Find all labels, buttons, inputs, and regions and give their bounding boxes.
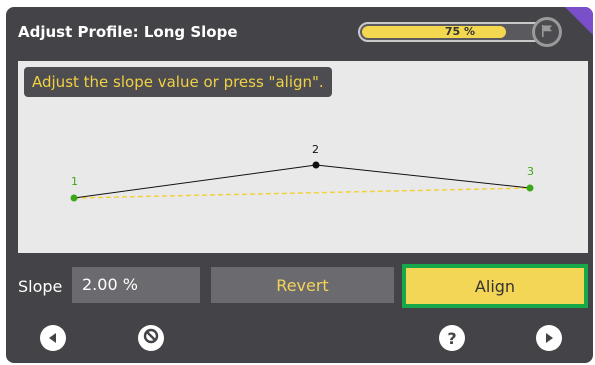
profile-segment-1 xyxy=(73,164,317,199)
back-icon xyxy=(47,329,59,348)
flag-icon xyxy=(540,23,554,42)
point-2-marker xyxy=(312,161,320,169)
point-1-marker xyxy=(70,194,78,202)
point-2-label: 2 xyxy=(312,143,319,156)
help-icon: ? xyxy=(447,328,457,348)
profile-canvas[interactable]: Adjust the slope value or press "align".… xyxy=(18,61,588,253)
cancel-icon xyxy=(142,327,160,349)
align-button[interactable]: Align xyxy=(402,264,588,308)
next-icon xyxy=(543,329,555,348)
profile-segment-2 xyxy=(315,164,531,189)
page-title: Adjust Profile: Long Slope xyxy=(18,23,238,41)
help-button[interactable]: ? xyxy=(439,325,465,351)
profile-dialog: Adjust Profile: Long Slope 75 % Adjust t… xyxy=(6,7,593,363)
revert-button[interactable]: Revert xyxy=(211,267,394,303)
flag-button[interactable] xyxy=(532,17,562,47)
slope-value: 2.00 % xyxy=(82,275,138,294)
slope-input[interactable]: 2.00 % xyxy=(72,267,200,303)
point-1-label: 1 xyxy=(71,175,78,188)
slope-label: Slope xyxy=(18,277,63,296)
point-3-marker xyxy=(526,184,534,192)
progress-bar: 75 % xyxy=(358,22,558,42)
dashed-baseline xyxy=(73,187,531,199)
next-button[interactable] xyxy=(536,325,562,351)
progress-label: 75 % xyxy=(444,25,476,38)
point-3-label: 3 xyxy=(527,165,534,178)
cancel-button[interactable] xyxy=(138,325,164,351)
corner-tab[interactable] xyxy=(565,7,593,35)
back-button[interactable] xyxy=(40,325,66,351)
profile-diagram: 1 2 3 xyxy=(70,143,534,202)
